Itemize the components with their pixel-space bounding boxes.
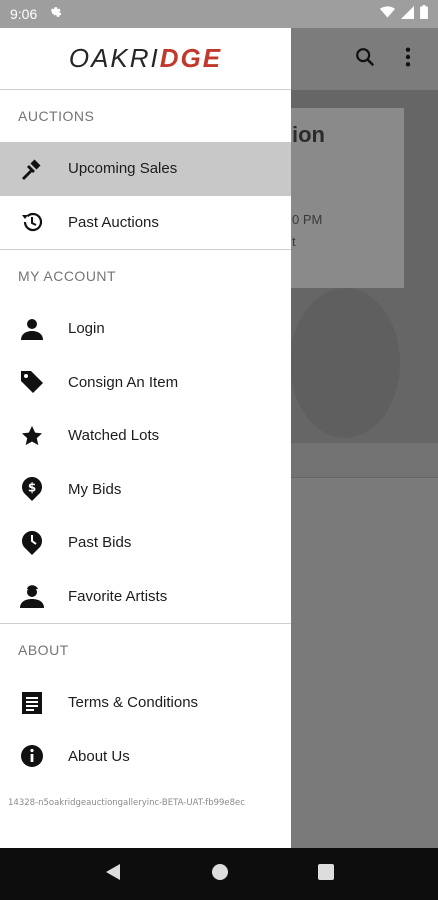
nav-label: Consign An Item bbox=[68, 373, 179, 391]
nav-item-about-us[interactable]: About Us bbox=[0, 730, 291, 784]
dollar-pin-icon: $ bbox=[18, 475, 46, 503]
section-my-account: MY ACCOUNT Login Consign An Item Watched… bbox=[0, 250, 291, 624]
wifi-icon bbox=[380, 6, 395, 22]
status-bar: 9:06 bbox=[0, 0, 438, 28]
nav-label: My Bids bbox=[68, 480, 122, 498]
section-header-about: ABOUT bbox=[18, 642, 69, 658]
nav-item-consign-an-item[interactable]: Consign An Item bbox=[0, 356, 291, 410]
nav-item-upcoming-sales[interactable]: Upcoming Sales bbox=[0, 142, 291, 196]
nav-label: Past Auctions bbox=[68, 213, 159, 231]
background-artwork bbox=[290, 288, 400, 438]
nav-item-my-bids[interactable]: $ My Bids bbox=[0, 463, 291, 517]
search-icon[interactable] bbox=[354, 46, 376, 72]
section-header-my-account: MY ACCOUNT bbox=[18, 268, 117, 284]
svg-text:$: $ bbox=[28, 481, 36, 495]
gavel-icon bbox=[18, 155, 46, 183]
section-header-auctions: AUCTIONS bbox=[18, 108, 95, 124]
more-options-icon[interactable] bbox=[404, 46, 412, 72]
star-icon bbox=[18, 422, 46, 450]
nav-item-terms-conditions[interactable]: Terms & Conditions bbox=[0, 676, 291, 730]
background-card-line: t bbox=[292, 234, 296, 249]
nav-label: About Us bbox=[68, 747, 130, 765]
nav-item-past-auctions[interactable]: Past Auctions bbox=[0, 196, 291, 250]
nav-item-watched-lots[interactable]: Watched Lots bbox=[0, 409, 291, 463]
nav-label: Favorite Artists bbox=[68, 587, 168, 605]
system-navigation-bar bbox=[0, 848, 438, 900]
section-auctions: AUCTIONS Upcoming Sales Past Auctions bbox=[0, 90, 291, 250]
artist-icon bbox=[18, 582, 46, 610]
document-icon bbox=[18, 689, 46, 717]
back-icon[interactable] bbox=[104, 863, 122, 885]
nav-item-login[interactable]: Login bbox=[0, 302, 291, 356]
nav-item-past-bids[interactable]: Past Bids bbox=[0, 516, 291, 570]
status-time: 9:06 bbox=[10, 6, 38, 22]
nav-item-favorite-artists[interactable]: Favorite Artists bbox=[0, 570, 291, 624]
nav-label: Upcoming Sales bbox=[68, 160, 178, 178]
version-string: 14328-n5oakridgeauctiongalleryinc-BETA-U… bbox=[8, 798, 245, 808]
home-icon[interactable] bbox=[211, 863, 229, 885]
section-about: ABOUT Terms & Conditions About Us bbox=[0, 624, 291, 783]
gear-icon bbox=[47, 5, 64, 23]
tag-icon bbox=[18, 368, 46, 396]
person-icon bbox=[18, 315, 46, 343]
logo-accent: DGE bbox=[159, 43, 223, 73]
recents-icon[interactable] bbox=[317, 864, 334, 884]
oakridge-logo: OAKRIDGE bbox=[68, 43, 223, 73]
clock-pin-icon bbox=[18, 529, 46, 557]
nav-label: Watched Lots bbox=[68, 427, 160, 445]
nav-label: Past Bids bbox=[68, 534, 132, 552]
history-icon bbox=[18, 208, 46, 236]
battery-icon bbox=[420, 5, 428, 23]
nav-label: Login bbox=[68, 320, 105, 338]
logo-area: OAKRIDGE bbox=[0, 28, 291, 90]
nav-label: Terms & Conditions bbox=[68, 694, 199, 712]
background-card-title: ion bbox=[292, 122, 325, 147]
signal-icon bbox=[401, 5, 414, 23]
navigation-drawer: OAKRIDGE AUCTIONS Upcoming Sales Past Au… bbox=[0, 28, 291, 848]
background-card-time: 0 PM bbox=[292, 212, 323, 227]
info-icon bbox=[18, 742, 46, 770]
